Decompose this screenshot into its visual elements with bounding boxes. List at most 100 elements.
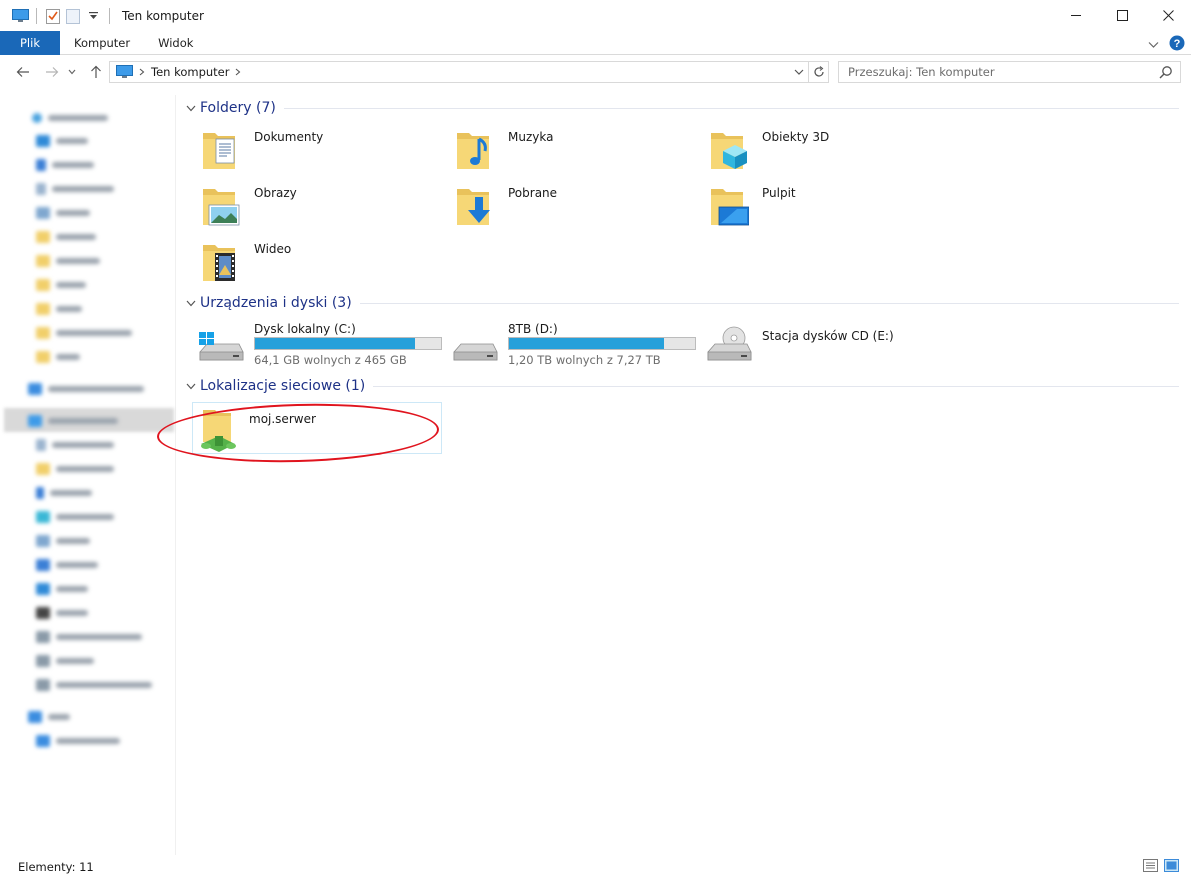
arrow-left-icon <box>16 67 29 77</box>
address-history-dropdown[interactable] <box>794 65 804 82</box>
folder-name: Wideo <box>254 242 292 256</box>
group-title: Urządzenia i dyski (3) <box>200 295 352 311</box>
help-icon[interactable]: ? <box>1169 35 1185 54</box>
minimize-icon <box>1070 15 1081 16</box>
nav-item[interactable] <box>36 581 88 597</box>
nav-item[interactable] <box>36 605 88 621</box>
new-folder-icon[interactable] <box>63 6 83 26</box>
forward-button[interactable] <box>40 60 64 84</box>
downloads-folder-icon <box>451 183 499 235</box>
nav-item[interactable] <box>36 533 90 549</box>
group-divider <box>283 107 1179 109</box>
pictures-folder-icon <box>197 183 245 235</box>
folder-name: Obiekty 3D <box>762 130 830 144</box>
minimize-button[interactable] <box>1053 0 1099 31</box>
nav-item[interactable] <box>36 205 90 221</box>
nav-item[interactable] <box>36 653 94 669</box>
folder-item[interactable]: Obrazy <box>197 183 447 235</box>
drive-item[interactable]: Dysk lokalny (C:) 64,1 GB wolnych z 465 … <box>197 322 447 372</box>
drive-item[interactable]: 8TB (D:) 1,20 TB wolnych z 7,27 TB <box>451 322 701 372</box>
3d-objects-folder-icon <box>705 127 753 179</box>
tab-view[interactable]: Widok <box>144 31 207 55</box>
tab-computer[interactable]: Komputer <box>60 31 144 55</box>
toolbar-divider <box>109 7 110 24</box>
svg-text:?: ? <box>1174 38 1181 50</box>
nav-item[interactable] <box>36 485 92 501</box>
folder-item[interactable]: Pobrane <box>451 183 701 235</box>
group-header-devices[interactable]: Urządzenia i dyski (3) <box>184 294 1179 312</box>
nav-item[interactable] <box>36 733 120 749</box>
back-button[interactable] <box>11 60 35 84</box>
folder-item[interactable]: Pulpit <box>705 183 955 235</box>
refresh-icon <box>813 66 824 77</box>
nav-item[interactable] <box>32 110 108 126</box>
refresh-button[interactable] <box>809 61 829 83</box>
collapse-chevron-icon[interactable] <box>184 383 198 390</box>
nav-item[interactable] <box>36 461 114 477</box>
view-switcher <box>1143 859 1179 875</box>
toolbar-divider <box>36 7 37 24</box>
folder-item[interactable]: Wideo <box>197 239 447 291</box>
nav-item[interactable] <box>36 301 82 317</box>
collapse-chevron-icon[interactable] <box>184 105 198 112</box>
customize-toolbar-chevron-icon[interactable] <box>83 6 103 26</box>
properties-icon[interactable] <box>43 6 63 26</box>
drive-usage-bar <box>254 337 442 350</box>
group-title: Lokalizacje sieciowe (1) <box>200 378 366 394</box>
group-header-network[interactable]: Lokalizacje sieciowe (1) <box>184 377 1179 395</box>
desktop-folder-icon <box>705 183 753 235</box>
folder-item[interactable]: Obiekty 3D <box>705 127 955 179</box>
large-icons-view-icon[interactable] <box>1164 859 1179 875</box>
chevron-right-icon[interactable] <box>235 68 241 76</box>
nav-item[interactable] <box>28 413 118 429</box>
documents-folder-icon <box>197 127 245 179</box>
nav-item[interactable] <box>36 677 152 693</box>
nav-item[interactable] <box>36 277 86 293</box>
collapse-chevron-icon[interactable] <box>184 300 198 307</box>
drive-free-space: 1,20 TB wolnych z 7,27 TB <box>508 353 661 367</box>
nav-item[interactable] <box>36 349 80 365</box>
nav-item[interactable] <box>36 557 98 573</box>
address-bar[interactable]: Ten komputer <box>109 61 809 83</box>
close-icon <box>1162 10 1174 21</box>
nav-item[interactable] <box>28 381 144 397</box>
folder-item[interactable]: Muzyka <box>451 127 701 179</box>
drive-usage-fill <box>509 338 665 349</box>
details-view-icon[interactable] <box>1143 859 1158 875</box>
nav-item[interactable] <box>36 629 142 645</box>
nav-item[interactable] <box>36 437 114 453</box>
nav-item[interactable] <box>36 509 114 525</box>
computer-icon[interactable] <box>10 6 30 26</box>
drive-name: Stacja dysków CD (E:) <box>762 329 894 343</box>
folder-name: Muzyka <box>508 130 554 144</box>
group-header-folders[interactable]: Foldery (7) <box>184 99 1179 117</box>
nav-item[interactable] <box>36 133 88 149</box>
folder-item[interactable]: Dokumenty <box>197 127 447 179</box>
chevron-down-icon <box>68 69 76 75</box>
nav-item[interactable] <box>36 253 100 269</box>
navigation-pane[interactable] <box>0 95 176 855</box>
nav-item[interactable] <box>36 181 114 197</box>
drive-item[interactable]: Stacja dysków CD (E:) <box>705 322 955 372</box>
search-icon[interactable] <box>1159 65 1173 82</box>
content-pane[interactable]: Foldery (7) Dokumenty Muzyka Obiekty 3D … <box>156 95 1191 855</box>
nav-item[interactable] <box>36 229 96 245</box>
group-divider <box>373 385 1179 387</box>
breadcrumb: Ten komputer <box>116 65 241 79</box>
search-input[interactable]: Przeszukaj: Ten komputer <box>838 61 1181 83</box>
nav-item[interactable] <box>36 325 132 341</box>
recent-locations-button[interactable] <box>64 60 80 84</box>
drive-free-space: 64,1 GB wolnych z 465 GB <box>254 353 407 367</box>
music-folder-icon <box>451 127 499 179</box>
folder-name: Pobrane <box>508 186 558 200</box>
breadcrumb-item[interactable]: Ten komputer <box>151 65 229 79</box>
tab-file[interactable]: Plik <box>0 30 60 55</box>
maximize-button[interactable] <box>1099 0 1145 31</box>
expand-ribbon-icon[interactable] <box>1148 38 1159 52</box>
up-button[interactable] <box>84 60 108 84</box>
ribbon-tabs: Plik Komputer Widok ? <box>0 30 1191 55</box>
nav-item[interactable] <box>28 709 70 725</box>
search-placeholder: Przeszukaj: Ten komputer <box>848 65 995 79</box>
close-button[interactable] <box>1145 0 1191 31</box>
nav-item[interactable] <box>36 157 94 173</box>
